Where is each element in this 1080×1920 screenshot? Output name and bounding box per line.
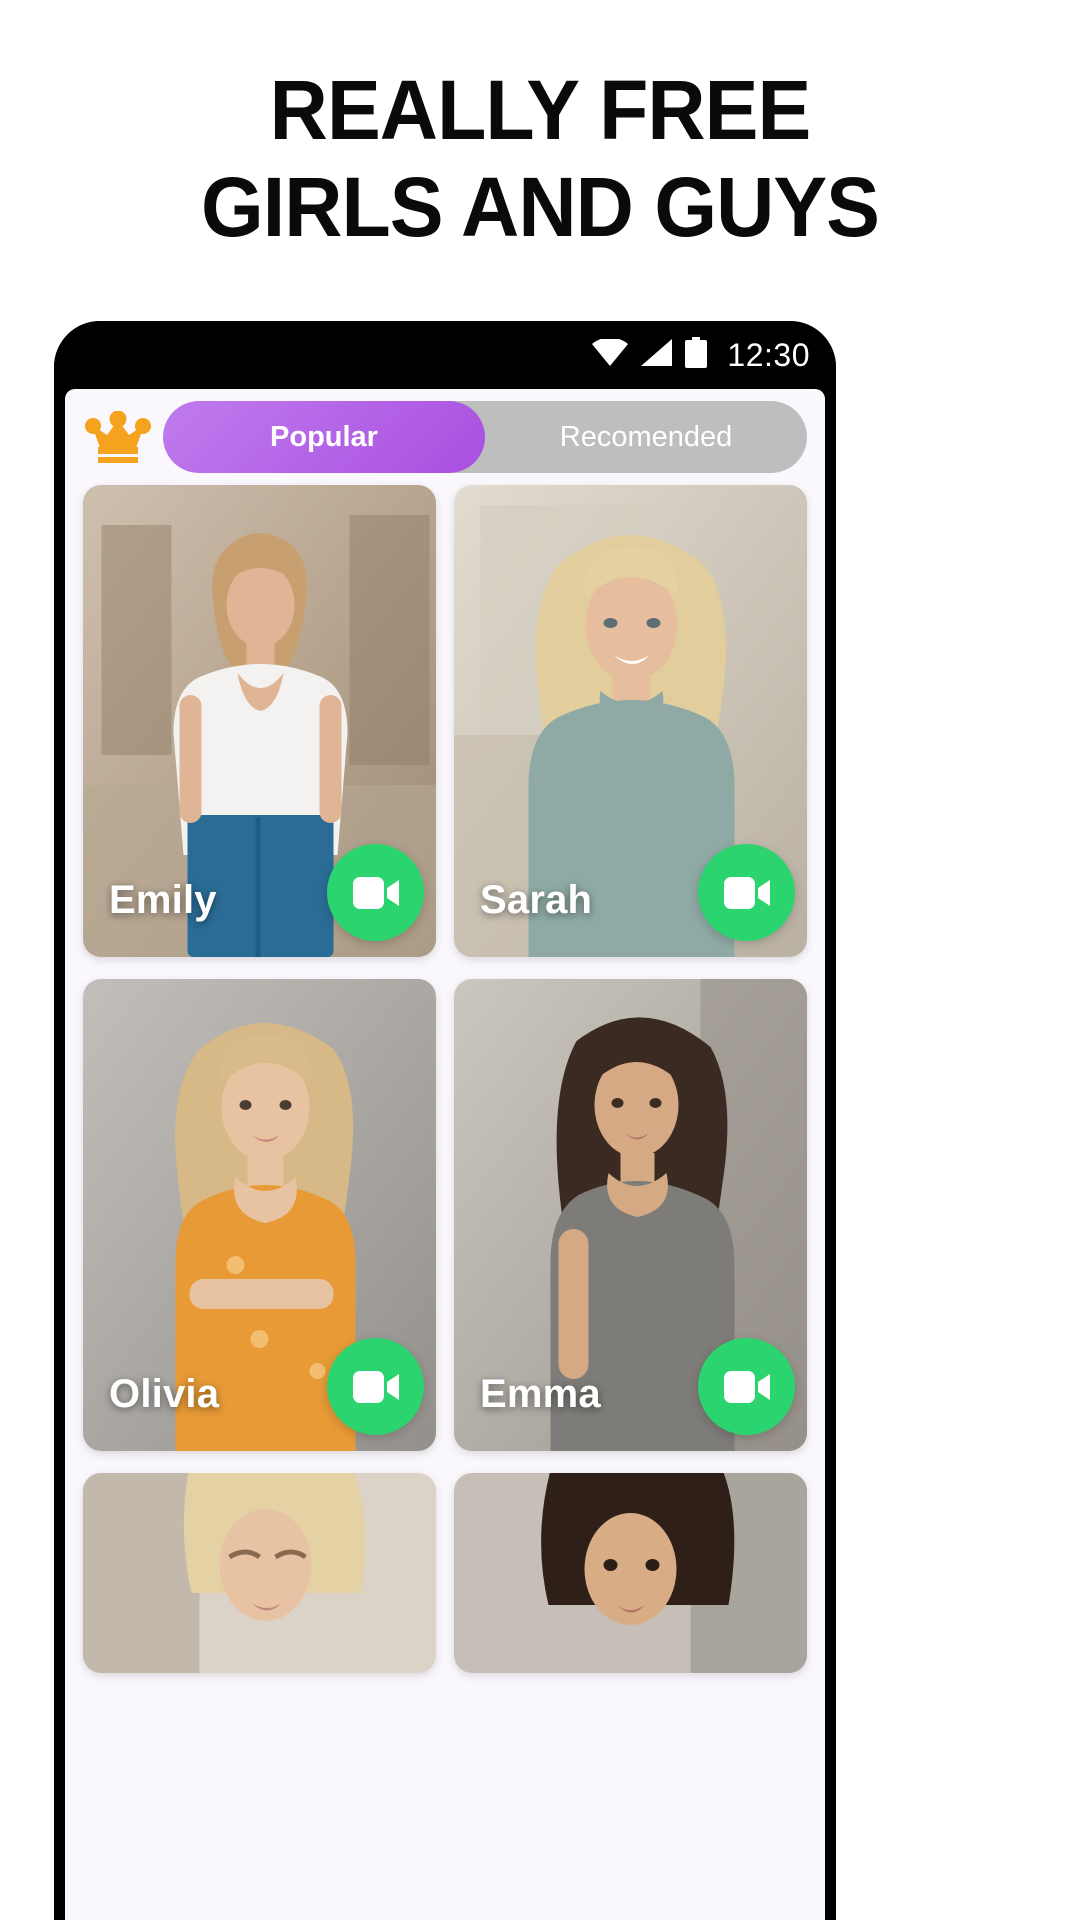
profile-card[interactable] [454,1473,807,1673]
video-call-icon [352,1370,399,1403]
profile-card[interactable]: Olivia [83,979,436,1451]
app-top-bar: Popular Recomended [65,389,825,485]
profile-card[interactable]: Sarah [454,485,807,957]
video-call-icon [352,876,399,909]
crown-icon[interactable] [85,410,151,463]
video-call-button[interactable] [698,844,795,941]
profile-card[interactable]: Emma [454,979,807,1451]
profile-photo [454,1473,807,1673]
video-call-icon [723,876,770,909]
phone-mockup: 12:30 Popular Recomended Emily Sarah Oli… [54,321,836,1920]
profile-name: Olivia [109,1372,220,1416]
profile-name: Sarah [480,878,593,922]
profile-name: Emma [480,1372,601,1416]
profile-name: Emily [109,878,217,922]
profile-photo [83,1473,436,1673]
profile-grid: Emily Sarah Olivia Emma [65,485,825,1673]
tab-popular[interactable]: Popular [163,401,485,473]
headline-line-2: GIRLS AND GUYS [200,160,880,254]
status-bar: 12:30 [54,321,836,389]
profile-card[interactable]: Emily [83,485,436,957]
status-bar-time: 12:30 [727,336,810,373]
wifi-icon [592,337,629,371]
app-screen: Popular Recomended Emily Sarah Olivia Em… [65,389,825,1920]
video-call-icon [723,1370,770,1403]
signal-icon [641,339,673,371]
battery-icon [685,337,708,373]
tab-recomended[interactable]: Recomended [485,401,807,473]
headline-line-1: REALLY FREE [269,63,812,157]
video-call-button[interactable] [698,1338,795,1435]
page-title: REALLY FREE GIRLS AND GUYS [0,62,1080,256]
video-call-button[interactable] [327,844,424,941]
profile-card[interactable] [83,1473,436,1673]
video-call-button[interactable] [327,1338,424,1435]
tab-group: Popular Recomended [163,401,807,473]
